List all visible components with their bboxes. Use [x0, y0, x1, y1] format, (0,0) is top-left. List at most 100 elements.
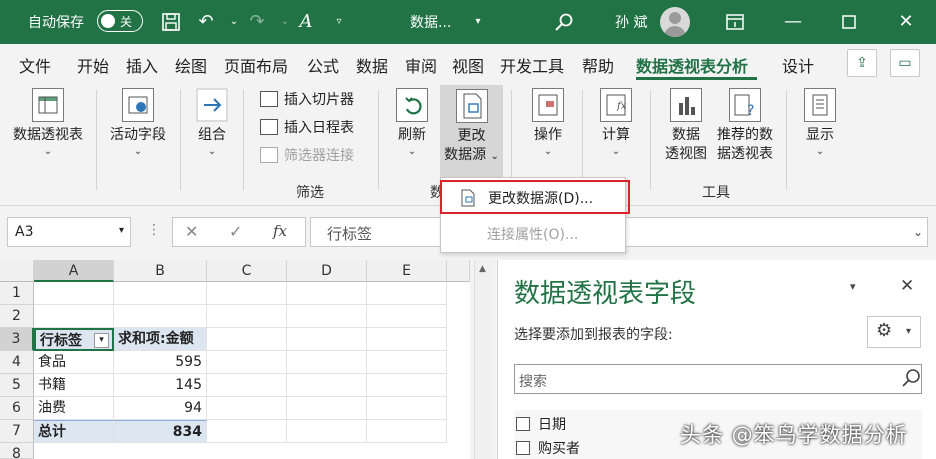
- change-data-source-button[interactable]: 更改 数据源 ⌄: [440, 85, 503, 177]
- row-header-8[interactable]: 8: [0, 443, 34, 459]
- field-layout-button[interactable]: ⚙ ▾: [867, 316, 921, 348]
- cell[interactable]: [287, 305, 367, 328]
- file-name[interactable]: 数据...: [410, 12, 451, 32]
- cell[interactable]: [287, 351, 367, 374]
- redo-icon[interactable]: ↷: [244, 8, 270, 36]
- pivot-item-value[interactable]: 145: [114, 374, 207, 397]
- format-painter-icon[interactable]: A: [293, 8, 319, 36]
- column-header-d[interactable]: D: [287, 260, 367, 282]
- tab-insert[interactable]: 插入: [126, 53, 158, 77]
- comments-icon[interactable]: ▭: [890, 49, 920, 77]
- field-search-input[interactable]: 搜索: [514, 364, 922, 394]
- tab-design[interactable]: 设计: [782, 53, 814, 77]
- row-header-2[interactable]: 2: [0, 305, 34, 328]
- tab-pivottable-analyze[interactable]: 数据透视表分析: [636, 53, 748, 77]
- recommended-pivottables-button[interactable]: ? 推荐的数 据透视表: [712, 88, 778, 164]
- enter-icon[interactable]: ✓: [229, 222, 242, 241]
- tab-help[interactable]: 帮助: [582, 53, 614, 77]
- pivot-total-label[interactable]: 总计: [34, 420, 114, 443]
- undo-icon[interactable]: ↶: [193, 8, 219, 36]
- cell[interactable]: [287, 374, 367, 397]
- pane-options-icon[interactable]: ▾: [850, 280, 856, 293]
- tab-draw[interactable]: 绘图: [175, 53, 207, 77]
- vertical-scrollbar[interactable]: ▲: [474, 260, 492, 459]
- insert-function-icon[interactable]: fx: [273, 222, 287, 240]
- column-header-b[interactable]: B: [114, 260, 207, 282]
- column-header-e[interactable]: E: [367, 260, 447, 282]
- active-field-button[interactable]: 活动字段 ⌄: [102, 88, 174, 159]
- pivotchart-button[interactable]: 数据 透视图: [660, 88, 712, 164]
- tab-view[interactable]: 视图: [452, 53, 484, 77]
- pivot-item-label[interactable]: 书籍: [34, 374, 114, 397]
- tab-developer[interactable]: 开发工具: [500, 53, 564, 77]
- cell[interactable]: [367, 328, 447, 351]
- insert-slicer-button[interactable]: 插入切片器: [260, 89, 354, 111]
- customize-qat-icon[interactable]: ▿: [326, 8, 352, 36]
- cell[interactable]: [207, 305, 287, 328]
- row-header-5[interactable]: 5: [0, 374, 34, 397]
- cell[interactable]: [207, 397, 287, 420]
- pivot-row-labels-header[interactable]: 行标签 ▾: [34, 328, 114, 351]
- cell[interactable]: [207, 351, 287, 374]
- chevron-down-icon[interactable]: ▾: [119, 225, 124, 236]
- cell[interactable]: [34, 282, 114, 305]
- show-button[interactable]: 显示 ⌄: [794, 88, 846, 159]
- more-options-icon[interactable]: ⋮: [147, 222, 161, 238]
- row-header-7[interactable]: 7: [0, 420, 34, 443]
- name-box[interactable]: A3 ▾: [7, 217, 131, 247]
- actions-button[interactable]: 操作 ⌄: [520, 88, 576, 159]
- cancel-icon[interactable]: ✕: [185, 222, 198, 241]
- cell[interactable]: [207, 420, 287, 443]
- pivottable-button[interactable]: 数据透视表 ⌄: [6, 88, 90, 159]
- select-all-corner[interactable]: [0, 260, 34, 282]
- row-header-6[interactable]: 6: [0, 397, 34, 420]
- tab-data[interactable]: 数据: [356, 53, 388, 77]
- cell[interactable]: [367, 282, 447, 305]
- filter-connections-button[interactable]: 筛选器连接: [260, 145, 354, 167]
- row-header-4[interactable]: 4: [0, 351, 34, 374]
- checkbox[interactable]: [516, 417, 530, 431]
- insert-timeline-button[interactable]: 插入日程表: [260, 117, 354, 139]
- avatar[interactable]: [660, 7, 690, 37]
- cell[interactable]: [114, 305, 207, 328]
- cell[interactable]: [367, 305, 447, 328]
- menu-item-change-data-source[interactable]: 更改数据源(D)...: [440, 180, 630, 214]
- tab-formulas[interactable]: 公式: [307, 53, 339, 77]
- close-icon[interactable]: ✕: [893, 8, 919, 36]
- cell[interactable]: [367, 397, 447, 420]
- tab-home[interactable]: 开始: [77, 53, 109, 77]
- ribbon-display-options-icon[interactable]: [722, 8, 748, 36]
- cell[interactable]: [207, 328, 287, 351]
- row-header-3[interactable]: 3: [0, 328, 34, 351]
- worksheet-grid[interactable]: A B C D E 1 2 3 4 5 6 7 8 行标签 ▾ 求和项:金额 食…: [0, 260, 470, 459]
- calculations-button[interactable]: fx 计算 ⌄: [590, 88, 642, 159]
- cell[interactable]: [287, 282, 367, 305]
- field-item-date[interactable]: 日期: [516, 414, 566, 434]
- cell[interactable]: [367, 374, 447, 397]
- row-header-1[interactable]: 1: [0, 282, 34, 305]
- column-header-f[interactable]: [447, 260, 470, 282]
- cell[interactable]: [287, 420, 367, 443]
- tab-review[interactable]: 审阅: [405, 53, 437, 77]
- pivot-item-label[interactable]: 油费: [34, 397, 114, 420]
- tab-file[interactable]: 文件: [19, 53, 51, 77]
- field-item-buyer[interactable]: 购买者: [516, 438, 580, 458]
- column-header-c[interactable]: C: [207, 260, 287, 282]
- cell[interactable]: [114, 282, 207, 305]
- cell[interactable]: [287, 397, 367, 420]
- search-icon[interactable]: [901, 368, 921, 392]
- checkbox[interactable]: [516, 441, 530, 455]
- pivot-item-value[interactable]: 595: [114, 351, 207, 374]
- pivot-total-value[interactable]: 834: [114, 420, 207, 443]
- cell[interactable]: [287, 328, 367, 351]
- cell[interactable]: [207, 374, 287, 397]
- refresh-button[interactable]: 刷新 ⌄: [388, 88, 436, 159]
- file-name-dropdown-icon[interactable]: ▾: [465, 8, 491, 36]
- minimize-icon[interactable]: —: [780, 8, 806, 36]
- pivot-item-label[interactable]: 食品: [34, 351, 114, 374]
- save-icon[interactable]: [158, 8, 184, 36]
- cell[interactable]: [34, 305, 114, 328]
- maximize-icon[interactable]: [836, 8, 862, 36]
- close-pane-icon[interactable]: ✕: [900, 276, 914, 296]
- search-icon[interactable]: [551, 8, 577, 36]
